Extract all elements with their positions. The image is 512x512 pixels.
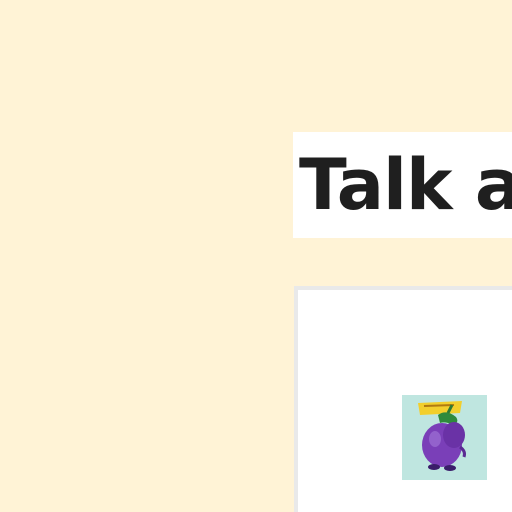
page-title: Talk a <box>299 144 512 226</box>
page-title-banner: Talk a <box>293 132 512 238</box>
book-cover-thumbnail[interactable] <box>402 395 487 480</box>
eggplant-icon <box>402 395 487 480</box>
